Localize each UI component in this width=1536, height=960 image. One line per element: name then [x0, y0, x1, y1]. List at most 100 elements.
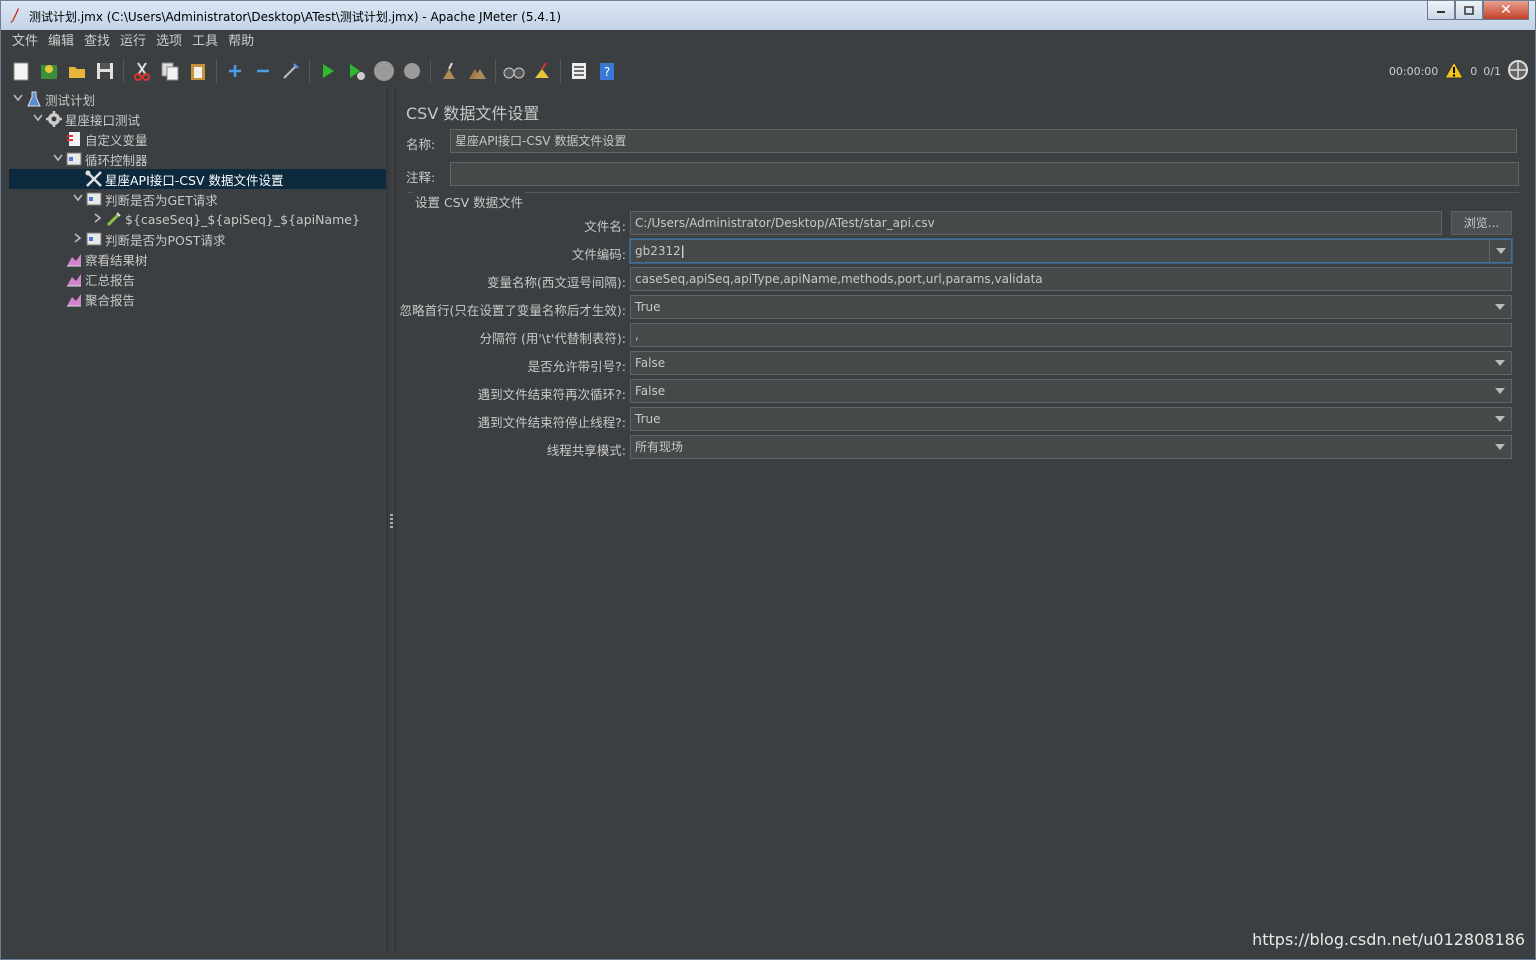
filename-field[interactable]: C:/Users/Administrator/Desktop/ATest/sta… — [630, 211, 1442, 235]
encoding-combo[interactable]: gb2312| — [630, 239, 1512, 263]
clear-all-button[interactable] — [465, 59, 489, 83]
toggle-button[interactable] — [279, 59, 303, 83]
list-icon — [572, 63, 586, 79]
comment-field[interactable] — [450, 162, 1519, 186]
warning-icon[interactable] — [1444, 60, 1465, 82]
chart-icon — [65, 271, 82, 288]
start-no-pause-button[interactable] — [344, 59, 368, 83]
help-button[interactable]: ? — [595, 59, 619, 83]
clear-all-broom-icon — [469, 69, 486, 79]
function-helper-button[interactable] — [567, 59, 591, 83]
reset-search-broom-icon — [535, 62, 549, 78]
test-plan-tree: 测试计划 星座接口测试 自定义变量 循环控制器 星座API接口-CSV 数据文件设置 判断… — [9, 88, 387, 954]
tree-node[interactable]: ${caseSeq}_${apiSeq}_${apiName} — [91, 209, 360, 229]
stop-button[interactable] — [372, 59, 396, 83]
chevron-down-icon[interactable] — [51, 154, 65, 165]
menu-edit[interactable]: 编辑 — [43, 32, 79, 52]
chevron-down-icon[interactable] — [71, 194, 85, 205]
window-title: 测试计划.jmx (C:\Users\Administrator\Desktop… — [29, 10, 562, 24]
plus-icon — [229, 65, 241, 77]
menu-run[interactable]: 运行 — [115, 32, 151, 52]
chevron-down-icon[interactable] — [1489, 380, 1511, 402]
chevron-down-icon[interactable] — [1489, 436, 1511, 458]
cut-button[interactable] — [130, 59, 154, 83]
start-button[interactable] — [316, 59, 340, 83]
chevron-down-icon[interactable] — [1489, 408, 1511, 430]
comment-label: 注释: — [406, 170, 436, 185]
stop-thread-eof-combo[interactable]: True — [630, 407, 1512, 431]
menu-search[interactable]: 查找 — [79, 32, 115, 52]
tree-node[interactable]: 汇总报告 — [51, 269, 135, 289]
tree-node-label: 循环控制器 — [85, 152, 148, 168]
name-field[interactable]: 星座API接口-CSV 数据文件设置 — [450, 129, 1517, 153]
shutdown-button[interactable] — [400, 59, 424, 83]
chevron-down-icon[interactable] — [1489, 352, 1511, 374]
chevron-right-icon[interactable] — [71, 232, 85, 246]
templates-button[interactable] — [37, 59, 61, 83]
watermark: https://blog.csdn.net/u012808186 — [1252, 930, 1525, 949]
copy-button[interactable] — [158, 59, 182, 83]
splitter-grip[interactable] — [390, 514, 393, 528]
save-button[interactable] — [93, 59, 117, 83]
menu-options[interactable]: 选项 — [151, 32, 187, 52]
open-button[interactable] — [65, 59, 89, 83]
panel-title: CSV 数据文件设置 — [406, 104, 540, 123]
chevron-down-icon[interactable] — [1489, 296, 1511, 318]
controller-icon — [85, 231, 102, 248]
search-button[interactable] — [502, 59, 526, 83]
paste-button[interactable] — [186, 59, 210, 83]
menu-tools[interactable]: 工具 — [187, 32, 223, 52]
delimiter-field[interactable]: , — [630, 323, 1512, 347]
elapsed-timer: 00:00:00 — [1388, 65, 1439, 78]
recycle-eof-combo[interactable]: False — [630, 379, 1512, 403]
shutdown-icon — [404, 63, 420, 79]
stop-thread-eof-value: True — [635, 412, 661, 426]
pipette-icon — [105, 211, 122, 228]
encoding-label: 文件编码: — [571, 247, 626, 262]
reset-search-button[interactable] — [530, 59, 554, 83]
filename-label: 文件名: — [584, 219, 626, 234]
browse-button[interactable]: 浏览... — [1451, 211, 1512, 235]
minimize-button[interactable] — [1427, 1, 1455, 20]
tree-node[interactable]: 察看结果树 — [51, 249, 148, 269]
expand-button[interactable] — [223, 59, 247, 83]
toolbar-separator — [495, 59, 496, 83]
stop-thread-eof-label: 遇到文件结束符停止线程?: — [477, 415, 626, 430]
varnames-field[interactable]: caseSeq,apiSeq,apiType,apiName,methods,p… — [630, 267, 1512, 291]
encoding-value[interactable]: gb2312 — [635, 244, 681, 258]
menu-file[interactable]: 文件 — [7, 32, 43, 52]
play-no-timer-icon — [350, 64, 365, 80]
sharing-mode-combo[interactable]: 所有现场 — [630, 435, 1512, 459]
chevron-down-icon[interactable] — [11, 94, 25, 105]
chevron-right-icon[interactable] — [91, 212, 105, 226]
tree-node[interactable]: 测试计划 — [11, 89, 95, 109]
collapse-button[interactable] — [251, 59, 275, 83]
new-button[interactable] — [9, 59, 33, 83]
csv-settings-group-title: 设置 CSV 数据文件 — [413, 192, 526, 211]
tree-node[interactable]: 判断是否为POST请求 — [71, 229, 225, 249]
splitter-handle[interactable] — [387, 88, 396, 954]
chevron-down-icon[interactable] — [31, 114, 45, 125]
chart-icon — [65, 291, 82, 308]
name-label: 名称: — [406, 137, 436, 152]
tree-node-label: 察看结果树 — [85, 252, 148, 268]
csv-config-panel: CSV 数据文件设置 名称: 星座API接口-CSV 数据文件设置 注释: 设置… — [397, 88, 1531, 954]
close-button[interactable]: ✕ — [1483, 1, 1529, 20]
chevron-down-icon[interactable] — [1489, 240, 1511, 262]
tree-node[interactable]: 星座API接口-CSV 数据文件设置 — [9, 169, 386, 189]
ignore-first-line-label: 忽略首行(只在设置了变量名称后才生效): — [399, 303, 626, 318]
menu-help[interactable]: 帮助 — [223, 32, 259, 52]
recycle-eof-label: 遇到文件结束符再次循环?: — [477, 387, 626, 402]
tree-node-label: 判断是否为POST请求 — [105, 232, 226, 248]
clear-button[interactable] — [437, 59, 461, 83]
maximize-button[interactable] — [1455, 1, 1483, 20]
tree-node[interactable]: 判断是否为GET请求 — [71, 189, 218, 209]
tree-node[interactable]: 自定义变量 — [51, 129, 148, 149]
ignore-first-line-combo[interactable]: True — [630, 295, 1512, 319]
remote-globe-icon[interactable] — [1507, 59, 1529, 84]
tree-node[interactable]: 循环控制器 — [51, 149, 148, 169]
tree-node[interactable]: 星座接口测试 — [31, 109, 140, 129]
allow-quoted-combo[interactable]: False — [630, 351, 1512, 375]
tree-node[interactable]: 聚合报告 — [51, 289, 135, 309]
svg-text:?: ? — [604, 65, 610, 79]
